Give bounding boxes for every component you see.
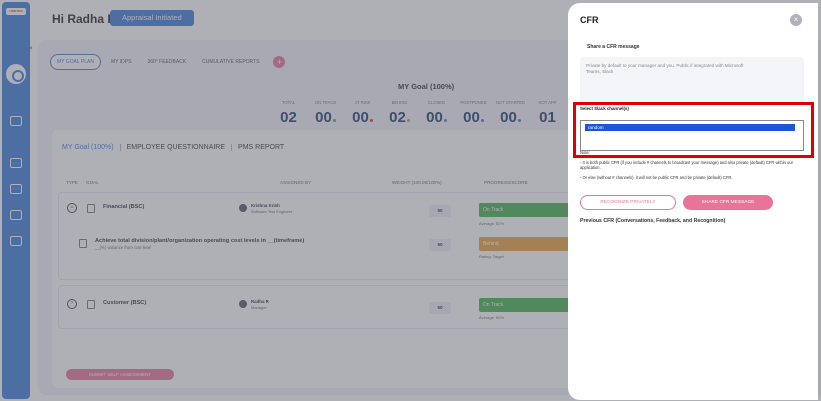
note-label: Note: <box>580 150 591 155</box>
panel-title: CFR <box>580 15 599 25</box>
app-window: UNIFYED Hi Radha R Appraisal Initiated ⇥… <box>0 0 821 401</box>
recognize-privately-button[interactable]: RECOGNIZE PRIVATELY <box>580 195 676 210</box>
message-placeholder: Private by default to your manager and y… <box>586 63 744 74</box>
close-icon[interactable]: × <box>790 14 802 26</box>
cfr-message-input[interactable]: Private by default to your manager and y… <box>580 57 804 105</box>
cfr-panel: CFR × Share a CFR message Private by def… <box>568 3 818 400</box>
note-line-2: - Or else (without # channels), it will … <box>580 175 733 180</box>
share-cfr-button[interactable]: SHARE CFR MESSAGE <box>683 195 773 210</box>
highlight-box <box>573 102 814 158</box>
note-line-1: - It is both public CFR (if you include … <box>580 160 793 170</box>
share-cfr-label: Share a CFR message <box>587 44 640 50</box>
previous-cfr-heading: Previous CFR (Conversations, Feedback, a… <box>580 218 726 224</box>
